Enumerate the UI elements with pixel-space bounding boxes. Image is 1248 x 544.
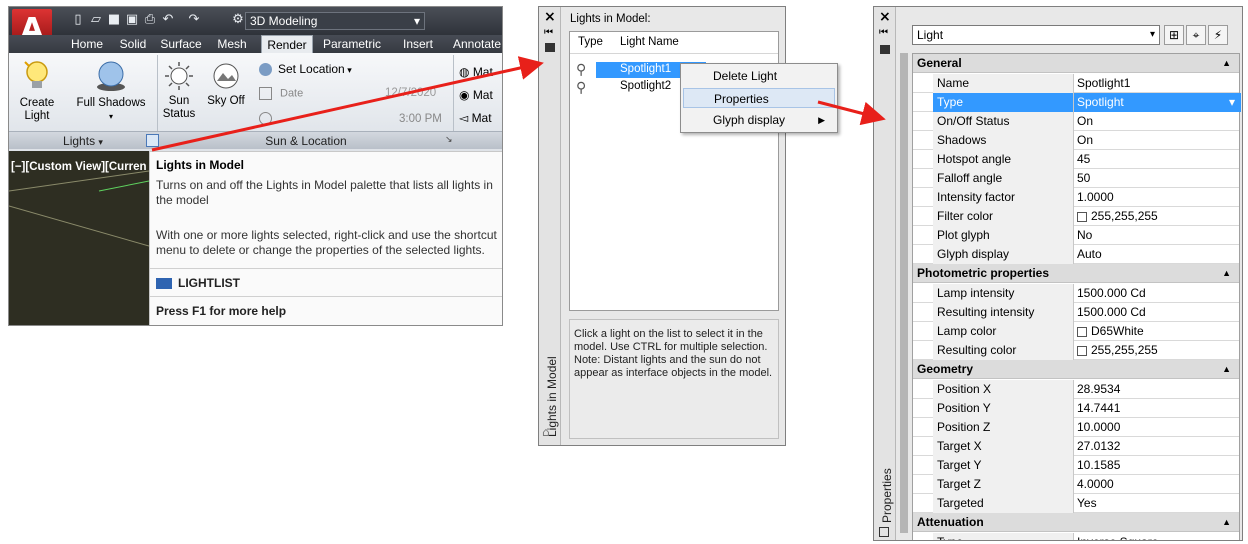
annotation-arrows xyxy=(151,56,886,152)
arrow-to-properties-palette xyxy=(817,100,886,126)
arrow-to-lights-palette xyxy=(151,56,544,152)
